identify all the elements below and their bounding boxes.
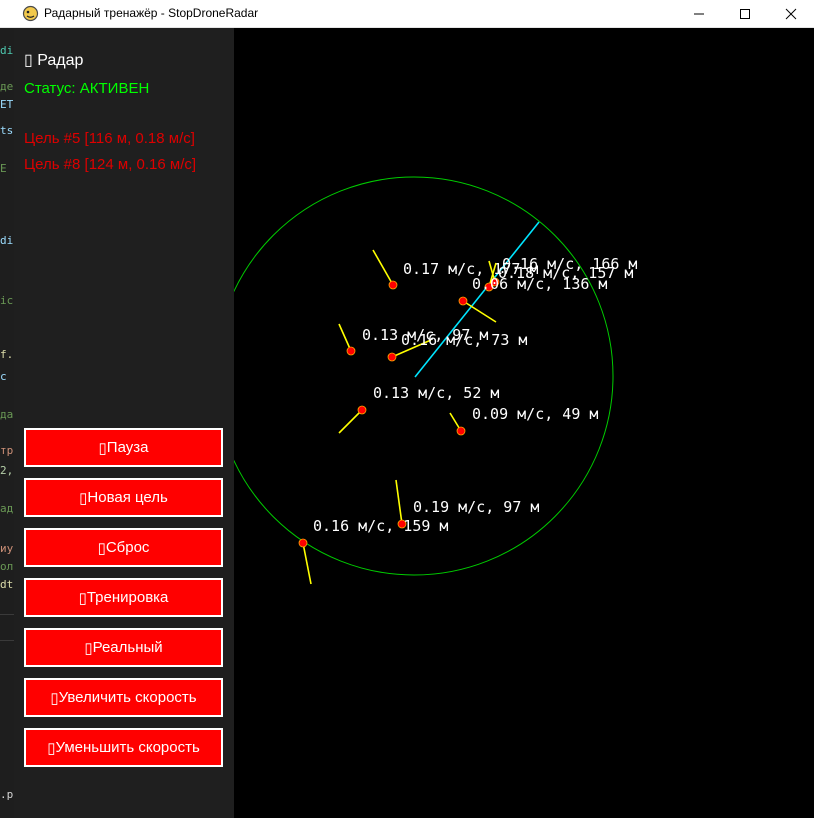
target-label: 0.16 м/с, 159 м [313,517,448,535]
minimize-button[interactable] [676,0,722,28]
radar-display[interactable]: 0.17 м/с, 177 м 0.16 м/с, 166 м 0.18 м/с, … [234,28,814,818]
radar-glyph-icon: ▯ [24,52,33,69]
maximize-icon [740,9,750,19]
window-title: Радарный тренажёр - StopDroneRadar [44,6,259,20]
target-marker[interactable] [387,352,397,362]
maximize-button[interactable] [722,0,768,28]
target-marker[interactable] [346,346,356,356]
button-glyph-icon: ▯ [50,689,59,707]
status-text: Статус: АКТИВЕН [24,80,150,97]
target-label: 0.06 м/с, 136 м [472,275,607,293]
reset-button[interactable]: ▯ Сброс [24,528,223,567]
new-target-button[interactable]: ▯ Новая цель [24,478,223,517]
panel-title-text: Радар [37,52,84,69]
close-icon [785,8,797,20]
close-button[interactable] [768,0,814,28]
target-marker[interactable] [388,280,398,290]
button-label: Новая цель [87,489,168,506]
target-label: 0.19 м/с, 97 м [413,498,539,516]
button-glyph-icon: ▯ [97,539,106,557]
button-glyph-icon: ▯ [79,489,88,507]
targets-layer: 0.17 м/с, 177 м0.16 м/с, 166 м0.18 м/с, … [298,249,637,585]
target-label: 0.16 м/с, 73 м [401,331,527,349]
radar-canvas[interactable]: 0.17 м/с, 177 м0.16 м/с, 166 м0.18 м/с, … [234,28,814,818]
button-label: Тренировка [86,589,169,606]
minimize-icon [694,13,704,15]
button-glyph-icon: ▯ [84,639,93,657]
target-alert: Цель #5 [116 м, 0.18 м/с] [24,130,195,147]
button-glyph-icon: ▯ [98,439,107,457]
button-glyph-icon: ▯ [78,589,87,607]
target-alert: Цель #8 [124 м, 0.16 м/с] [24,156,197,173]
button-label: Пауза [106,439,149,456]
pause-button[interactable]: ▯ Пауза [24,428,223,467]
target-heading-line [338,323,352,352]
target-marker[interactable] [298,538,308,548]
target-marker[interactable] [357,405,367,415]
sweep-line [414,221,540,378]
button-label: Сброс [105,539,150,556]
button-label: Реальный [92,639,163,656]
decrease-speed-button[interactable]: ▯ Уменьшить скорость [24,728,223,767]
control-panel: ▯ Радар Статус: АКТИВЕН Цель #5 [116 м, … [14,28,234,818]
background-editor-sliver: di де ET ts E di ic f. c да тр 2, ад иу … [0,28,14,818]
target-label: 0.13 м/с, 52 м [373,384,499,402]
target-heading-line [372,249,394,286]
target-label: 0.09 м/с, 49 м [472,405,598,423]
button-label: Уменьшить скорость [55,739,200,756]
button-glyph-icon: ▯ [47,739,56,757]
app-icon [22,5,39,22]
target-heading-line [338,409,363,434]
increase-speed-button[interactable]: ▯ Увеличить скорость [24,678,223,717]
training-button[interactable]: ▯ Тренировка [24,578,223,617]
target-marker[interactable] [458,296,468,306]
real-mode-button[interactable]: ▯ Реальный [24,628,223,667]
button-label: Увеличить скорость [58,689,197,706]
title-bar[interactable]: Радарный тренажёр - StopDroneRadar [0,0,814,28]
panel-title: ▯ Радар [24,50,83,70]
target-heading-line [302,542,312,585]
target-marker[interactable] [456,426,466,436]
